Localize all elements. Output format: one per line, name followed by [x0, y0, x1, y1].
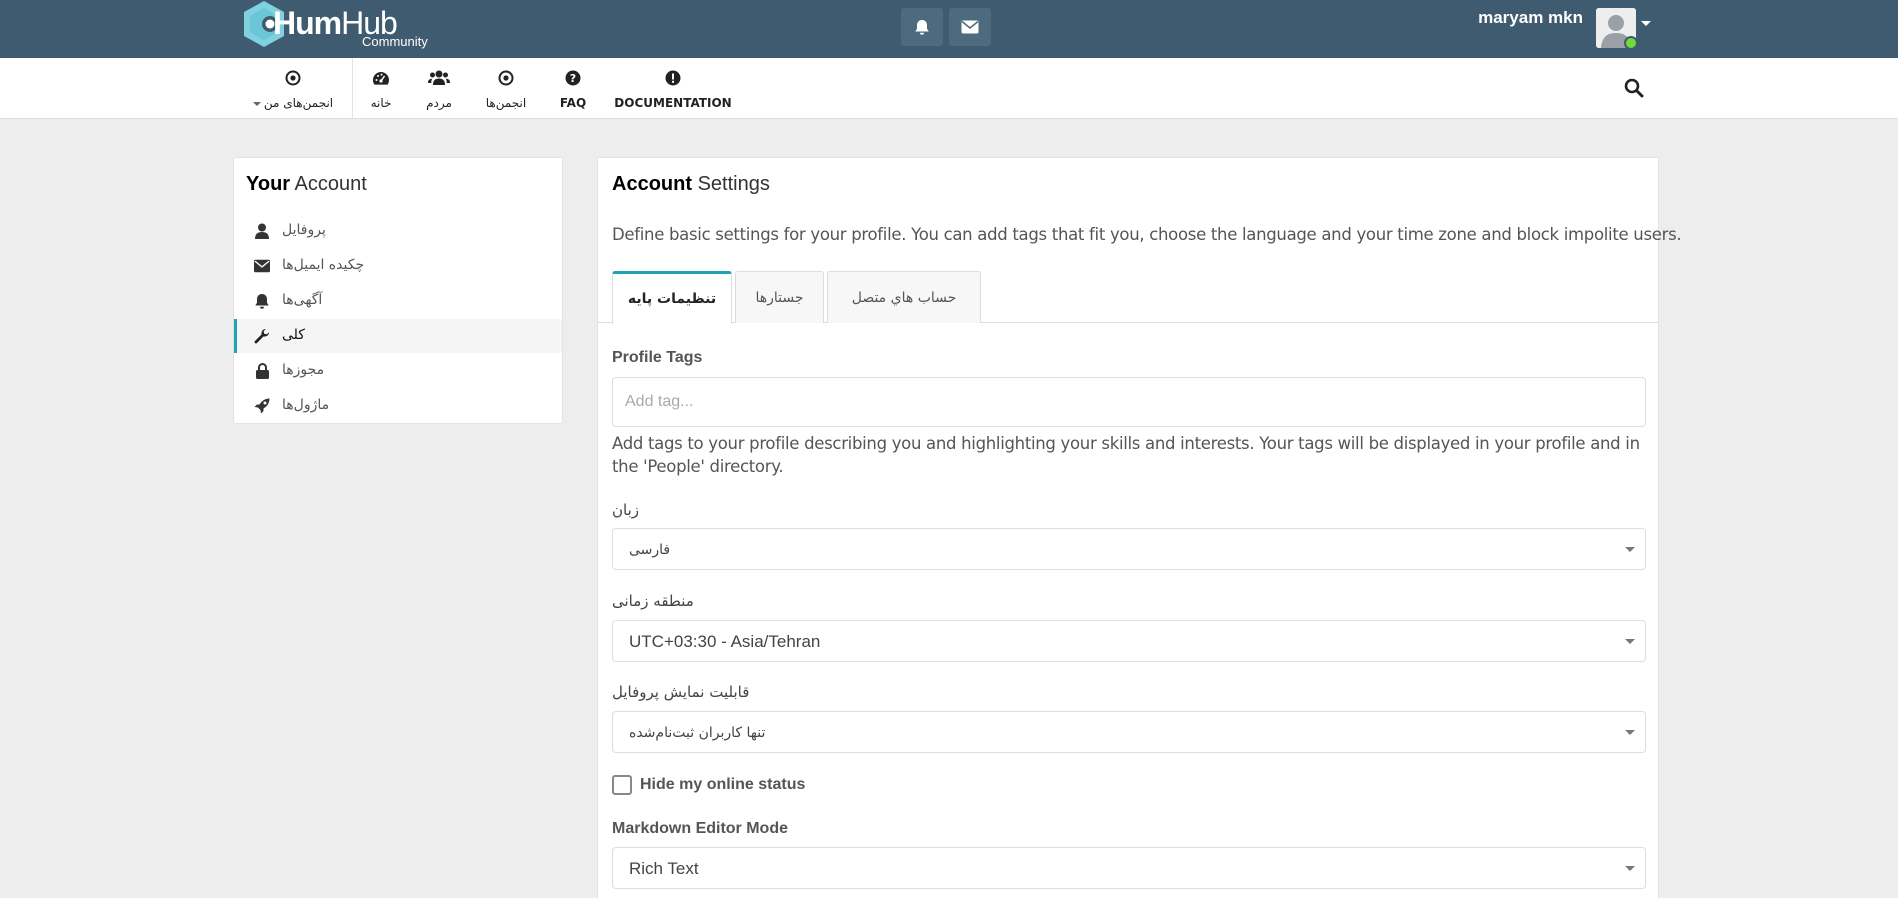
- timezone-label: منطقه زمانی: [612, 592, 694, 610]
- markdown-mode-select[interactable]: Rich Text: [612, 847, 1646, 889]
- sidebar-item-permissions[interactable]: مجوزها: [234, 354, 562, 388]
- sidebar-item-notifications[interactable]: آگهی‌ها: [234, 284, 562, 318]
- timezone-select[interactable]: UTC+03:30 - Asia/Tehran: [612, 620, 1646, 662]
- caret-down-icon: [252, 101, 261, 106]
- panel-title: Your Account: [246, 173, 367, 195]
- sidebar-item-label: مجوزها: [282, 362, 325, 378]
- profile-visibility-select[interactable]: تنها کاربران ثبت‌نام‌شده: [612, 711, 1646, 753]
- sidebar-item-label: کلی: [282, 327, 305, 343]
- top-bar: HumHub Community maryam mkn: [0, 0, 1898, 58]
- nav-my-spaces[interactable]: انجمن‌های من: [246, 58, 340, 119]
- sidebar-item-email-summaries[interactable]: چکیده ایمیل‌ها: [234, 249, 562, 283]
- profile-tags-input[interactable]: Add tag...: [612, 377, 1646, 427]
- sidebar-item-label: ماژول‌ها: [282, 397, 330, 413]
- sidebar-item-profile[interactable]: پروفایل: [234, 214, 562, 248]
- nav-item-spaces[interactable]: انجمن‌ها: [481, 58, 531, 119]
- nav-item-label: DOCUMENTATION: [614, 96, 732, 110]
- page-title: Account Settings: [612, 173, 770, 195]
- nav-item-label: مردم: [426, 96, 452, 110]
- nav-item-label: خانه: [370, 96, 392, 110]
- users-icon: [428, 70, 450, 85]
- chevron-down-icon: [1625, 866, 1635, 871]
- main-navigation: انجمن‌های من خانه مردم: [0, 58, 1898, 119]
- chevron-down-icon: [1625, 639, 1635, 644]
- messages-button[interactable]: [949, 8, 991, 46]
- hide-online-status-checkbox[interactable]: [612, 775, 632, 795]
- sidebar-item-label: آگهی‌ها: [282, 292, 323, 308]
- nav-my-spaces-label: انجمن‌های من: [263, 96, 334, 110]
- sidebar-item-modules[interactable]: ماژول‌ها: [234, 389, 562, 423]
- account-settings-panel: Account Settings Define basic settings f…: [597, 157, 1682, 898]
- tab-basic-settings[interactable]: تنظیمات پایه: [612, 271, 732, 324]
- nav-divider: [352, 58, 353, 118]
- profile-tags-help: Add tags to your profile describing you …: [612, 434, 1640, 476]
- bell-icon: [915, 19, 929, 35]
- svg-text:?: ?: [570, 72, 576, 85]
- language-value: فارسی: [629, 542, 671, 558]
- nav-item-home[interactable]: خانه: [363, 58, 399, 119]
- profile-tags-label: Profile Tags: [612, 349, 703, 366]
- online-status-indicator: [1624, 36, 1638, 50]
- nav-item-label: FAQ: [559, 96, 587, 110]
- dashboard-icon: [373, 72, 390, 85]
- timezone-value: UTC+03:30 - Asia/Tehran: [629, 632, 821, 651]
- logo-subtitle: Community: [362, 34, 428, 49]
- nav-item-label: انجمن‌ها: [485, 96, 527, 110]
- dot-circle-icon: [285, 70, 301, 86]
- nav-item-documentation[interactable]: DOCUMENTATION: [614, 58, 732, 119]
- user-name[interactable]: maryam mkn: [1478, 8, 1583, 28]
- tab-connected-accounts[interactable]: حساب هاي متصل: [827, 271, 981, 323]
- sidebar-item-general[interactable]: کلی: [234, 319, 562, 353]
- profile-visibility-label: قابلیت نمایش پروفایل: [612, 683, 750, 701]
- wrench-icon: [254, 328, 270, 344]
- rocket-icon: [254, 398, 270, 414]
- question-circle-icon: ?: [565, 70, 581, 86]
- chevron-down-icon: [1625, 547, 1635, 552]
- exclamation-circle-icon: [665, 70, 681, 86]
- tab-saved-searches[interactable]: جستارها: [735, 271, 824, 323]
- search-icon[interactable]: [1623, 77, 1645, 99]
- sidebar-item-label: چکیده ایمیل‌ها: [282, 257, 365, 273]
- profile-visibility-value: تنها کاربران ثبت‌نام‌شده: [629, 725, 766, 741]
- notifications-button[interactable]: [901, 8, 943, 46]
- hide-online-status-label[interactable]: Hide my online status: [640, 776, 805, 794]
- nav-item-faq[interactable]: ? FAQ: [555, 58, 591, 119]
- language-select[interactable]: فارسی: [612, 528, 1646, 570]
- dot-circle-icon: [498, 70, 514, 86]
- account-menu-panel: Your Account پروفایل چکیده ایمیل‌ها آگهی…: [233, 157, 563, 424]
- nav-item-people[interactable]: مردم: [419, 58, 459, 119]
- lock-icon: [254, 363, 270, 379]
- chevron-down-icon: [1625, 730, 1635, 735]
- envelope-icon: [254, 258, 270, 274]
- sidebar-item-label: پروفایل: [282, 222, 326, 238]
- markdown-mode-value: Rich Text: [629, 859, 699, 878]
- profile-tags-placeholder: Add tag...: [625, 393, 694, 410]
- markdown-mode-label: Markdown Editor Mode: [612, 820, 788, 837]
- page-description: Define basic settings for your profile. …: [612, 225, 1682, 244]
- language-label: زبان: [612, 501, 640, 519]
- user-icon: [254, 223, 270, 239]
- bell-icon: [254, 293, 270, 309]
- user-menu-caret-icon[interactable]: [1641, 21, 1651, 26]
- envelope-icon: [961, 20, 979, 34]
